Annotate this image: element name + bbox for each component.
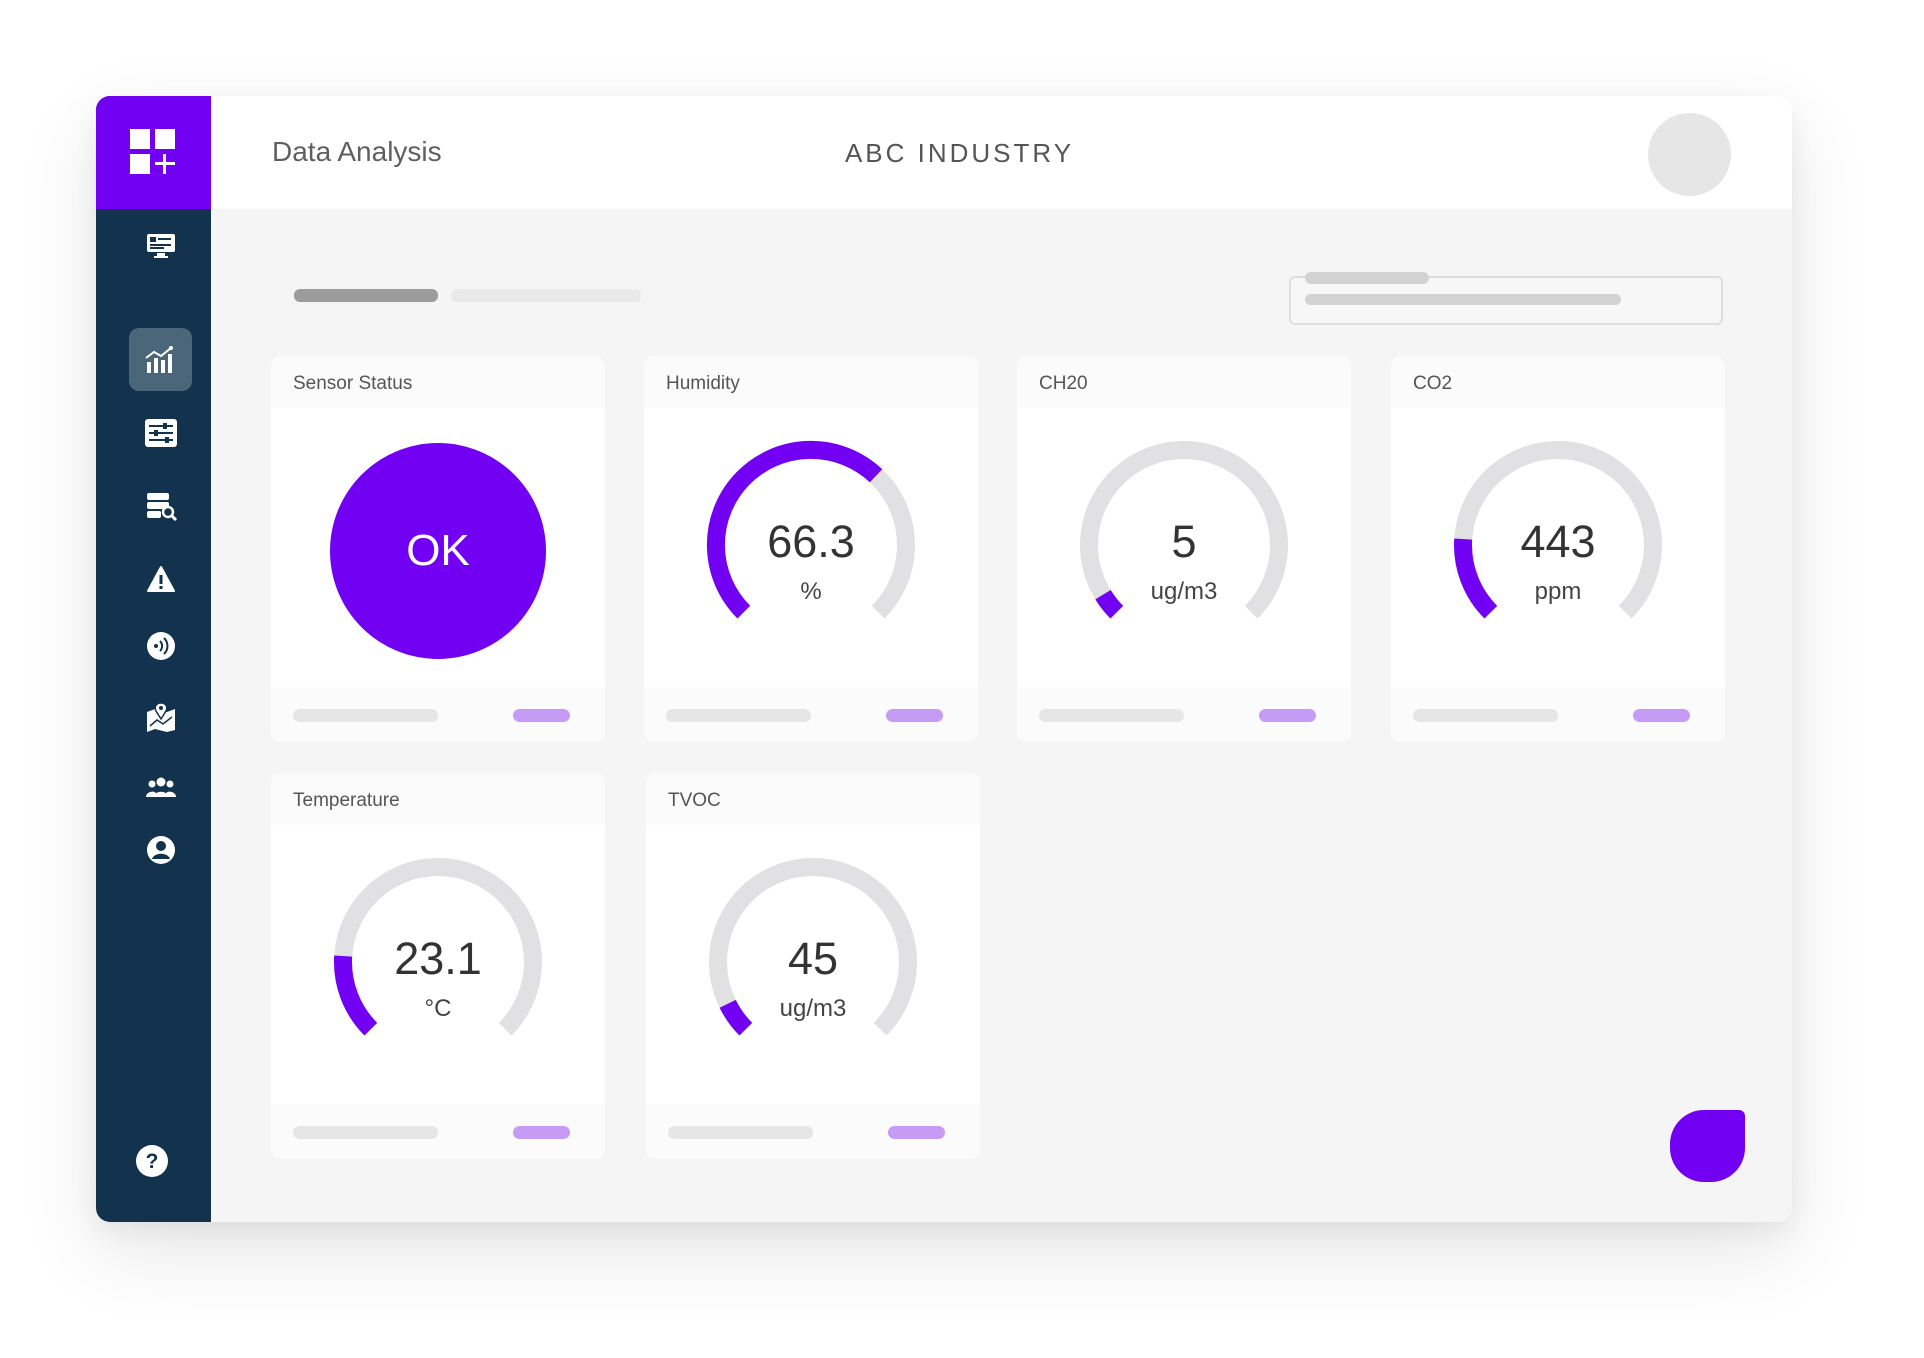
company-name-container: ABC INDUSTRY <box>211 138 1792 169</box>
dashboard-monitor-icon <box>146 233 175 258</box>
gauge-unit: ug/m3 <box>1150 578 1218 605</box>
temperature-card: Temperature 23.1 °C <box>271 773 605 1159</box>
card-header: Sensor Status <box>271 356 605 408</box>
gauge-value: 66.3 <box>767 516 855 567</box>
wireless-signal-icon <box>146 631 175 660</box>
sidebar-item-map[interactable] <box>129 685 192 748</box>
card-footer <box>271 1104 605 1159</box>
tab-placeholder[interactable] <box>451 289 641 302</box>
footer-pill-button[interactable] <box>886 709 943 722</box>
add-widget-icon <box>130 129 175 174</box>
search-value-placeholder <box>1305 294 1621 305</box>
card-header: CO2 <box>1391 356 1725 408</box>
sidebar-item-filters[interactable] <box>129 401 192 464</box>
svg-text:?: ? <box>146 1150 159 1173</box>
footer-placeholder <box>1039 709 1184 722</box>
company-name: ABC INDUSTRY <box>844 138 1075 168</box>
sidebar-item-sensors[interactable] <box>129 614 192 677</box>
card-title: Sensor Status <box>293 373 413 394</box>
map-location-icon <box>146 701 175 732</box>
sensor-status-card: Sensor Status OK <box>271 356 605 742</box>
footer-placeholder <box>666 709 811 722</box>
gauge-unit: ppm <box>1534 578 1582 605</box>
footer-placeholder <box>1413 709 1558 722</box>
analytics-chart-icon <box>144 345 173 373</box>
gauge-unit: % <box>800 578 822 605</box>
footer-placeholder <box>293 1126 438 1139</box>
gauge-value: 45 <box>787 933 839 984</box>
footer-placeholder <box>668 1126 813 1139</box>
footer-pill-button[interactable] <box>513 709 570 722</box>
warning-icon <box>146 565 175 592</box>
card-footer <box>646 1104 980 1159</box>
search-label-placeholder <box>1305 272 1429 284</box>
gauge-value: 443 <box>1520 516 1596 567</box>
gauge-value: 5 <box>1171 516 1197 567</box>
footer-pill-button[interactable] <box>1633 709 1690 722</box>
card-footer <box>1391 687 1725 742</box>
floating-action-button[interactable] <box>1670 1110 1745 1182</box>
help-icon[interactable]: ? <box>135 1144 169 1178</box>
card-footer <box>271 687 605 742</box>
search-input[interactable] <box>1289 272 1723 325</box>
sidebar-item-analytics[interactable] <box>129 328 192 391</box>
users-group-icon <box>145 777 176 797</box>
card-header: Temperature <box>271 773 605 825</box>
database-search-icon <box>146 492 177 521</box>
footer-placeholder <box>293 709 438 722</box>
card-title: CH20 <box>1039 373 1088 394</box>
avatar[interactable] <box>1648 113 1731 196</box>
gauge-unit: °C <box>424 995 452 1022</box>
card-header: TVOC <box>646 773 980 825</box>
sidebar-item-database[interactable] <box>129 474 192 537</box>
ch20-card: CH20 5 ug/m3 <box>1017 356 1351 742</box>
card-header: Humidity <box>644 356 978 408</box>
card-title: TVOC <box>668 790 721 811</box>
sidebar-item-profile[interactable] <box>129 818 192 881</box>
sidebar: ? <box>96 96 211 1222</box>
gauge-unit: ug/m3 <box>779 995 847 1022</box>
card-title: CO2 <box>1413 373 1453 394</box>
user-profile-icon <box>146 835 175 864</box>
sliders-settings-icon <box>144 418 177 447</box>
sidebar-item-dashboard[interactable] <box>129 214 192 277</box>
footer-pill-button[interactable] <box>513 1126 570 1139</box>
app-window: ? Data Analysis ABC INDUSTRY Sensor Stat… <box>96 96 1792 1222</box>
sidebar-item-team[interactable] <box>129 755 192 818</box>
card-header: CH20 <box>1017 356 1351 408</box>
card-title: Humidity <box>666 373 740 394</box>
app-logo[interactable] <box>96 96 211 209</box>
status-indicator: OK <box>330 443 546 659</box>
tvoc-card: TVOC 45 ug/m3 <box>646 773 980 1159</box>
footer-pill-button[interactable] <box>1259 709 1316 722</box>
sidebar-item-alerts[interactable] <box>129 547 192 610</box>
gauge-value: 23.1 <box>394 933 482 984</box>
card-title: Temperature <box>293 790 400 811</box>
co2-card: CO2 443 ppm <box>1391 356 1725 742</box>
footer-pill-button[interactable] <box>888 1126 945 1139</box>
status-value: OK <box>406 526 470 575</box>
top-bar: Data Analysis ABC INDUSTRY <box>211 96 1792 209</box>
card-footer <box>644 687 978 742</box>
humidity-card: Humidity 66.3 % <box>644 356 978 742</box>
card-footer <box>1017 687 1351 742</box>
tab-placeholder-active[interactable] <box>294 289 438 302</box>
